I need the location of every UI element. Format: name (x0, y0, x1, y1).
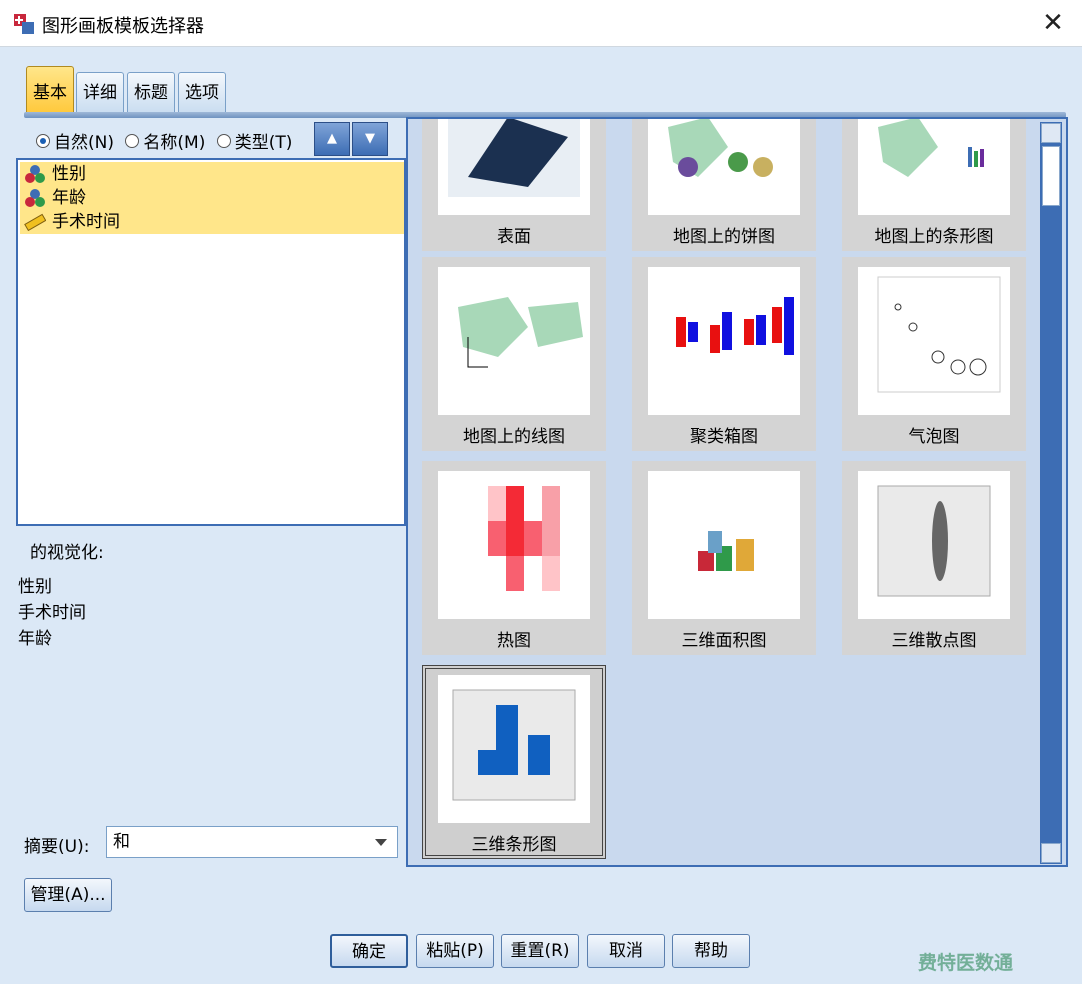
gallery-label: 表面 (497, 227, 531, 247)
summary-value: 和 (113, 832, 130, 852)
variable-list[interactable]: 性别 年龄 手术时间 (16, 158, 406, 526)
visualization-item: 手术时间 (18, 603, 86, 623)
gallery-label: 地图上的饼图 (673, 227, 775, 247)
gallery-label: 地图上的线图 (463, 427, 565, 447)
variable-label: 性别 (52, 164, 86, 184)
gallery-label: 三维条形图 (471, 835, 557, 855)
sort-options: 自然(N) 名称(M) 类型(T) (36, 128, 298, 154)
scroll-thumb[interactable] (1042, 146, 1060, 206)
gallery-label: 气泡图 (908, 427, 960, 447)
visualization-label: 的视觉化: (30, 543, 104, 563)
heatmap-thumbnail (438, 471, 590, 619)
gallery-tile[interactable]: 地图上的线图 (422, 257, 606, 451)
gallery-tile[interactable]: 三维面积图 (632, 461, 816, 655)
radio-dot (125, 133, 140, 148)
summary-label: 摘要(U): (24, 837, 90, 857)
variable-item[interactable]: 年龄 (20, 186, 404, 210)
3d-bar-thumbnail (438, 675, 590, 823)
gallery-tile[interactable]: 表面 (422, 119, 606, 251)
variable-label: 年龄 (52, 188, 86, 208)
sort-type-radio[interactable]: 类型(T) (216, 128, 293, 153)
bubble-thumbnail (858, 267, 1010, 415)
variable-item[interactable]: 性别 (20, 162, 404, 186)
scroll-down-icon[interactable] (1041, 843, 1061, 863)
sort-name-radio[interactable]: 名称(M) (125, 128, 205, 153)
tab-basic[interactable]: 基本 (26, 66, 74, 114)
surface-thumbnail (438, 119, 590, 215)
gallery-label: 三维散点图 (891, 631, 977, 651)
watermark: 费特医数通 (918, 952, 1014, 974)
gallery-tile[interactable]: 三维散点图 (842, 461, 1026, 655)
sort-descending-icon[interactable]: ▼ (352, 122, 388, 156)
paste-button[interactable]: 粘贴(P) (416, 934, 494, 968)
nominal-icon (25, 165, 45, 183)
cancel-button[interactable]: 取消 (587, 934, 665, 968)
window-title: 图形画板模板选择器 (42, 16, 204, 37)
radio-label: 类型(T) (234, 133, 293, 153)
manage-button[interactable]: 管理(A)... (24, 878, 112, 912)
radio-dot (36, 133, 50, 148)
gallery-scrollbar[interactable] (1040, 122, 1062, 864)
tab-options[interactable]: 选项 (178, 72, 226, 114)
app-icon (14, 14, 34, 34)
gallery-tile[interactable]: 气泡图 (842, 257, 1026, 451)
gallery-tile[interactable]: 聚类箱图 (632, 257, 816, 451)
gallery-tile[interactable]: 三维条形图 (422, 665, 606, 859)
visualization-item: 性别 (18, 577, 52, 597)
gallery-label: 地图上的条形图 (874, 227, 994, 247)
radio-label: 自然(N) (54, 133, 114, 153)
ok-button[interactable]: 确定 (330, 934, 408, 968)
close-icon[interactable]: ✕ (1038, 8, 1068, 38)
scale-icon (24, 213, 46, 232)
summary-select[interactable]: 和 (106, 826, 398, 858)
chart-gallery: 表面 地图上的饼图 地图上的条形图 地图上的线图 聚类箱图 气泡图 热图 三维面… (406, 117, 1068, 867)
gallery-label: 聚类箱图 (690, 427, 758, 447)
sort-ascending-icon[interactable]: ▲ (314, 122, 350, 156)
radio-label: 名称(M) (143, 133, 206, 153)
bar-map-thumbnail (858, 119, 1010, 215)
radio-dot (216, 133, 231, 148)
variable-label: 手术时间 (52, 212, 120, 232)
tab-titles[interactable]: 标题 (127, 72, 175, 114)
gallery-tile[interactable]: 地图上的条形图 (842, 119, 1026, 251)
help-button[interactable]: 帮助 (672, 934, 750, 968)
chevron-down-icon (375, 839, 387, 846)
gallery-label: 三维面积图 (681, 631, 767, 651)
gallery-tile[interactable]: 热图 (422, 461, 606, 655)
variable-item[interactable]: 手术时间 (20, 210, 404, 234)
3d-area-thumbnail (648, 471, 800, 619)
pie-map-thumbnail (648, 119, 800, 215)
visualization-item: 年龄 (18, 629, 52, 649)
3d-scatter-thumbnail (858, 471, 1010, 619)
scroll-up-icon[interactable] (1041, 123, 1061, 143)
line-map-thumbnail (438, 267, 590, 415)
tab-detail[interactable]: 详细 (76, 72, 124, 114)
nominal-icon (25, 189, 45, 207)
title-bar: 图形画板模板选择器 ✕ (0, 0, 1082, 47)
gallery-tile[interactable]: 地图上的饼图 (632, 119, 816, 251)
reset-button[interactable]: 重置(R) (501, 934, 579, 968)
clustered-boxplot-thumbnail (648, 267, 800, 415)
sort-natural-radio[interactable]: 自然(N) (36, 128, 114, 153)
gallery-label: 热图 (497, 631, 531, 651)
